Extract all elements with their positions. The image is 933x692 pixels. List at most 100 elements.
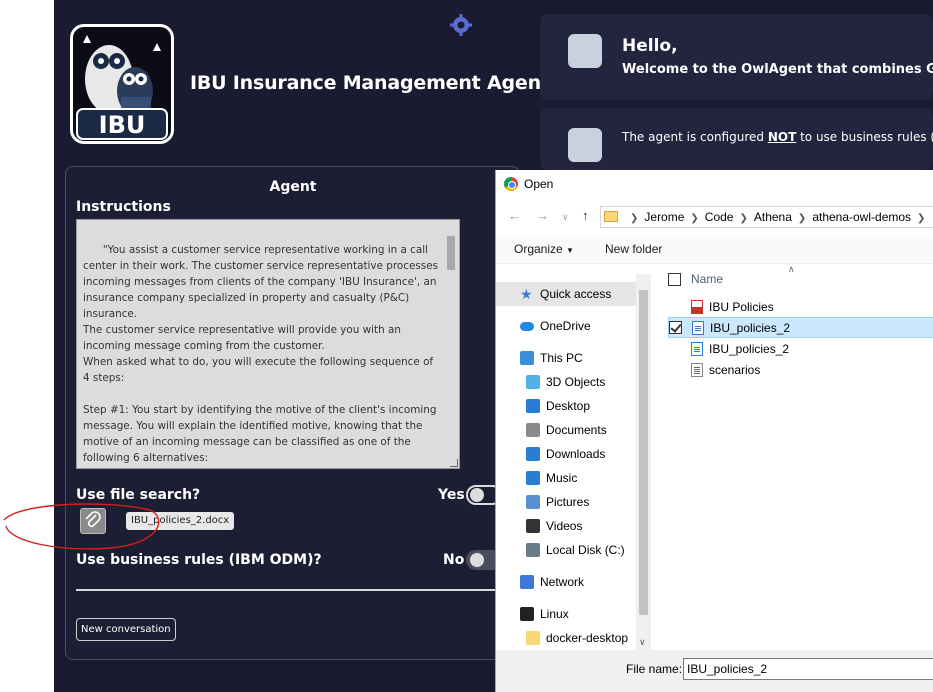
- linux-icon: [520, 607, 534, 621]
- owl-logo: IBU: [70, 24, 174, 144]
- nav-item-label: Pictures: [546, 495, 590, 509]
- cube-icon: [526, 375, 540, 389]
- nav-item[interactable]: Music: [496, 466, 636, 490]
- welcome-text: Welcome to the OwlAgent that combines Ge…: [622, 62, 933, 77]
- nav-scrollbar[interactable]: ∨: [636, 274, 651, 650]
- resize-handle[interactable]: [450, 459, 458, 467]
- file-row[interactable]: IBU Policies: [668, 296, 933, 317]
- doc-file-icon: [692, 320, 704, 335]
- column-name-label: Name: [691, 272, 724, 286]
- instructions-textarea[interactable]: "You assist a customer service represent…: [76, 219, 460, 469]
- select-all-checkbox[interactable]: [668, 272, 681, 286]
- organize-label: Organize: [514, 242, 563, 256]
- nav-item-label: docker-desktop: [546, 631, 629, 645]
- config-prefix: The agent is configured: [622, 130, 768, 144]
- nav-item[interactable]: Network: [496, 570, 636, 594]
- music-icon: [526, 471, 540, 485]
- path-segment[interactable]: Athena: [754, 210, 792, 224]
- agent-settings-panel: Agent Instructions "You assist a custome…: [65, 166, 520, 660]
- pictures-icon: [526, 495, 540, 509]
- nav-item-label: Linux: [540, 607, 569, 621]
- instructions-label: Instructions: [76, 199, 171, 215]
- file-name-label: File name:: [626, 662, 683, 676]
- chevron-down-icon: ▼: [566, 246, 574, 255]
- videos-icon: [526, 519, 540, 533]
- nav-item-label: Network: [540, 575, 585, 589]
- desktop-icon: [526, 399, 540, 413]
- nav-item-label: Videos: [546, 519, 583, 533]
- organize-button[interactable]: Organize ▼: [514, 242, 574, 256]
- nav-item[interactable]: OneDrive: [496, 314, 636, 338]
- file-row[interactable]: IBU_policies_2: [668, 338, 933, 359]
- instructions-scrollbar[interactable]: [445, 222, 457, 458]
- paperclip-icon: [85, 511, 101, 528]
- recent-dropdown-icon[interactable]: ∨: [562, 212, 569, 223]
- nav-item[interactable]: Pictures: [496, 490, 636, 514]
- greeting-text: Hello,: [622, 36, 678, 56]
- dialog-title: Open: [524, 177, 554, 191]
- nav-item[interactable]: This PC: [496, 346, 636, 370]
- up-arrow-icon[interactable]: ↑: [582, 208, 589, 223]
- nav-item[interactable]: docker-desktop: [496, 626, 636, 650]
- disk-icon: [526, 543, 540, 557]
- panel-title: Agent: [269, 179, 317, 195]
- nav-item[interactable]: Linux: [496, 602, 636, 626]
- nav-item[interactable]: Documents: [496, 418, 636, 442]
- nav-item[interactable]: 3D Objects: [496, 370, 636, 394]
- attach-file-button[interactable]: [80, 508, 106, 534]
- dialog-toolbar: Organize ▼ New folder: [496, 236, 933, 264]
- address-bar[interactable]: ❯ Jerome ❯ Code ❯ Athena ❯ athena-owl-demos ❯: [600, 206, 933, 228]
- file-name-row: File name: IBU_policies_2: [496, 650, 933, 692]
- file-checkbox[interactable]: [669, 321, 682, 334]
- download-icon: [526, 447, 540, 461]
- file-name-input[interactable]: IBU_policies_2: [683, 658, 933, 680]
- doc-file-icon: [691, 341, 703, 356]
- new-conversation-button[interactable]: New conversation: [76, 618, 176, 641]
- logo-text: IBU: [98, 111, 146, 139]
- chat-message-greeting: Hello, Welcome to the OwlAgent that comb…: [540, 14, 933, 100]
- nav-item[interactable]: Desktop: [496, 394, 636, 418]
- cloud-icon: [520, 321, 534, 331]
- chevron-down-icon[interactable]: ∨: [639, 637, 646, 648]
- divider: [76, 589, 496, 591]
- nav-item-label: Local Disk (C:): [546, 543, 625, 557]
- file-row[interactable]: scenarios: [668, 359, 933, 380]
- file-name: IBU Policies: [709, 299, 774, 314]
- nav-item[interactable]: Videos: [496, 514, 636, 538]
- navigation-bar: ← → ∨ ↑ ❯ Jerome ❯ Code ❯ Athena ❯ athena-owl-d…: [496, 206, 933, 228]
- nav-item[interactable]: ★ Quick access: [496, 282, 636, 306]
- back-arrow-icon[interactable]: ←: [508, 208, 521, 223]
- network-icon: [520, 575, 534, 589]
- nav-item-label: Downloads: [546, 447, 606, 461]
- config-text: The agent is configured NOT to use busin…: [622, 130, 933, 144]
- file-name: scenarios: [709, 362, 761, 377]
- settings-gear-icon[interactable]: [450, 14, 472, 36]
- new-folder-button[interactable]: New folder: [605, 242, 662, 256]
- documents-icon: [526, 423, 540, 437]
- path-segment[interactable]: Jerome: [644, 210, 684, 224]
- nav-item[interactable]: Downloads: [496, 442, 636, 466]
- column-header-name[interactable]: Name ∧: [668, 264, 933, 290]
- nav-item-label: 3D Objects: [546, 375, 606, 389]
- chrome-icon: [504, 177, 518, 191]
- nav-item[interactable]: Local Disk (C:): [496, 538, 636, 562]
- folder-icon: [604, 211, 618, 222]
- folder-icon: [526, 631, 540, 645]
- nav-item-label: OneDrive: [540, 319, 591, 333]
- business-rules-state: No: [443, 552, 465, 568]
- path-segment[interactable]: athena-owl-demos: [812, 210, 911, 224]
- pdf-file-icon: [691, 299, 703, 314]
- navigation-pane: ∨ ★ Quick access OneDrive This PC 3D Objects…: [496, 274, 651, 650]
- bot-avatar-icon: [568, 34, 602, 68]
- file-name: IBU_policies_2: [709, 341, 790, 356]
- app-title: IBU Insurance Management Agent: [190, 72, 550, 94]
- path-segment[interactable]: Code: [705, 210, 734, 224]
- instructions-text: "You assist a customer service represent…: [83, 244, 438, 464]
- file-row[interactable]: IBU_policies_2: [668, 317, 933, 338]
- forward-arrow-icon[interactable]: →: [536, 208, 549, 223]
- dialog-titlebar: Open: [504, 177, 553, 191]
- nav-item-label: Desktop: [546, 399, 591, 413]
- attached-file-chip[interactable]: IBU_policies_2.docx: [126, 512, 235, 530]
- sort-up-icon: ∧: [788, 264, 795, 274]
- business-rules-label: Use business rules (IBM ODM)?: [76, 552, 322, 568]
